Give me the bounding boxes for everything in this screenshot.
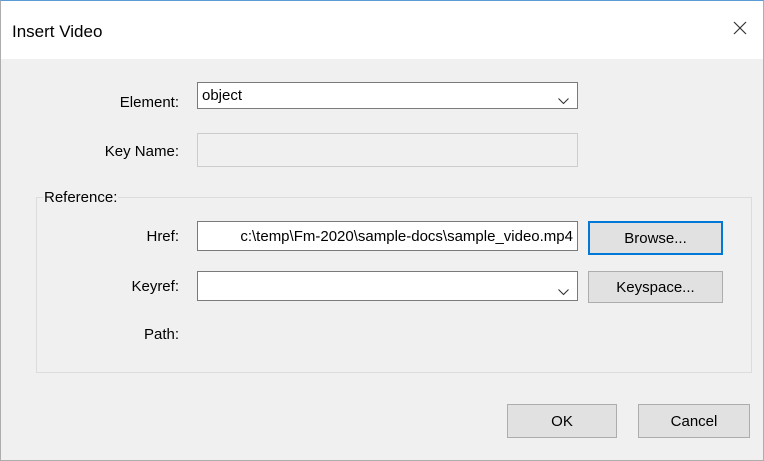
keyspace-button[interactable]: Keyspace... <box>588 271 723 303</box>
element-combobox[interactable]: object <box>197 82 578 109</box>
reference-group-label: Reference: <box>43 189 119 206</box>
chevron-down-icon <box>558 92 569 109</box>
chevron-down-icon <box>558 283 569 300</box>
element-label: Element: <box>119 94 179 111</box>
insert-video-dialog: Insert Video Element: object Key Name: R… <box>0 0 764 461</box>
key-name-field <box>197 133 578 167</box>
element-value: object <box>202 87 243 104</box>
cancel-button[interactable]: Cancel <box>638 404 750 438</box>
close-button[interactable] <box>717 9 763 51</box>
dialog-title: Insert Video <box>12 22 103 41</box>
keyref-combobox[interactable] <box>197 271 578 301</box>
title-bar: Insert Video <box>1 1 763 59</box>
browse-button[interactable]: Browse... <box>588 221 723 255</box>
href-input[interactable]: c:\temp\Fm-2020\sample-docs\sample_video… <box>197 221 578 251</box>
href-label: Href: <box>146 228 179 245</box>
path-label: Path: <box>143 326 179 343</box>
href-value: c:\temp\Fm-2020\sample-docs\sample_video… <box>240 228 573 245</box>
ok-button[interactable]: OK <box>507 404 617 438</box>
close-icon <box>733 21 747 39</box>
key-name-label: Key Name: <box>104 143 179 160</box>
keyref-label: Keyref: <box>131 278 179 295</box>
